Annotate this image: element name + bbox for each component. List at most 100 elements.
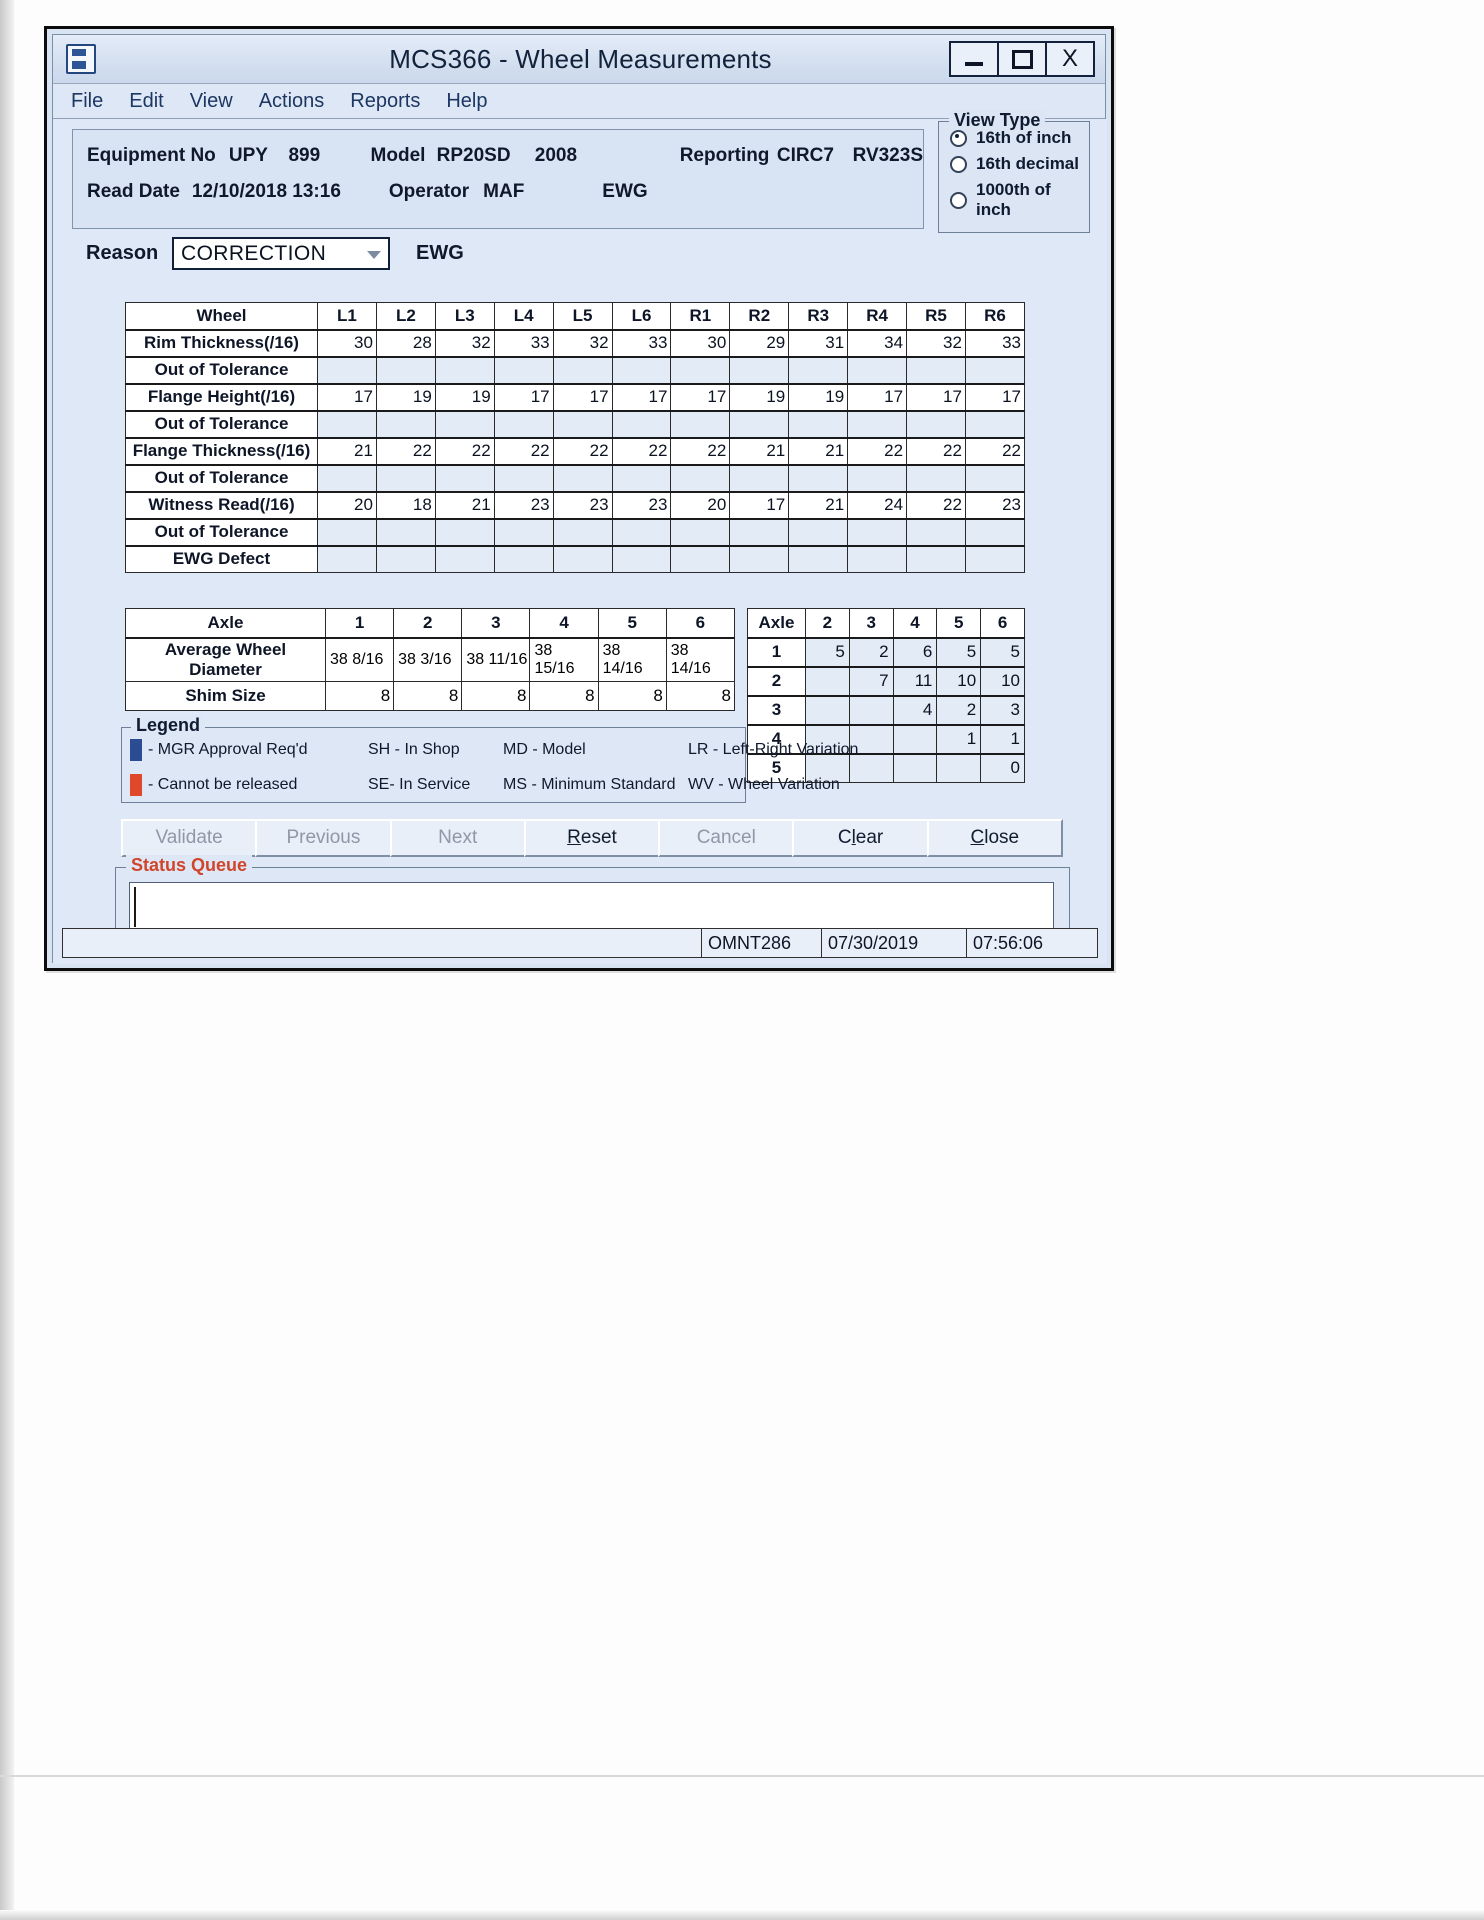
- next-button[interactable]: Next: [389, 819, 526, 857]
- wheel-cell[interactable]: 20: [670, 490, 731, 519]
- wheel-cell[interactable]: 32: [906, 328, 966, 357]
- wheel-cell[interactable]: [788, 517, 849, 546]
- menu-item-file[interactable]: File: [71, 90, 103, 113]
- wheel-cell[interactable]: 22: [375, 436, 436, 465]
- menu-item-actions[interactable]: Actions: [259, 90, 325, 113]
- wheel-cell[interactable]: [375, 544, 436, 573]
- wheel-cell[interactable]: 22: [906, 490, 966, 519]
- view-type-option-16th-of-inch[interactable]: 16th of inch: [950, 128, 1089, 148]
- wheel-cell[interactable]: 28: [375, 328, 436, 357]
- wheel-cell[interactable]: [493, 517, 554, 546]
- wheel-cell[interactable]: 21: [788, 436, 849, 465]
- wheel-cell[interactable]: [906, 463, 966, 492]
- wheel-cell[interactable]: [847, 517, 908, 546]
- wheel-cell[interactable]: [670, 463, 731, 492]
- wheel-cell[interactable]: 22: [847, 436, 908, 465]
- status-queue-input[interactable]: [129, 882, 1054, 932]
- menu-item-reports[interactable]: Reports: [350, 90, 420, 113]
- wheel-cell[interactable]: [847, 544, 908, 573]
- average-wheel-diameter-cell[interactable]: 38 11/16: [461, 636, 531, 682]
- wheel-cell[interactable]: [670, 355, 731, 384]
- wheel-cell[interactable]: [493, 463, 554, 492]
- wheel-cell[interactable]: [552, 544, 613, 573]
- wheel-cell[interactable]: 17: [670, 382, 731, 411]
- wheel-cell[interactable]: 23: [493, 490, 554, 519]
- validate-button[interactable]: Validate: [121, 819, 258, 857]
- wheel-cell[interactable]: [788, 409, 849, 438]
- wheel-cell[interactable]: 19: [434, 382, 495, 411]
- shim-size-cell[interactable]: 8: [461, 680, 531, 711]
- wheel-cell[interactable]: 19: [729, 382, 790, 411]
- wheel-cell[interactable]: [964, 355, 1026, 384]
- wheel-cell[interactable]: 17: [964, 382, 1026, 411]
- minimize-button[interactable]: [951, 43, 999, 75]
- wheel-cell[interactable]: [847, 463, 908, 492]
- wheel-cell[interactable]: [611, 544, 672, 573]
- wheel-cell[interactable]: 17: [552, 382, 613, 411]
- wheel-cell[interactable]: 19: [375, 382, 436, 411]
- shim-size-cell[interactable]: 8: [529, 680, 599, 711]
- wheel-cell[interactable]: [552, 517, 613, 546]
- wheel-cell[interactable]: 30: [670, 328, 731, 357]
- wheel-cell[interactable]: [552, 355, 613, 384]
- reason-dropdown[interactable]: CORRECTION: [172, 237, 390, 270]
- wheel-cell[interactable]: [434, 463, 495, 492]
- maximize-button[interactable]: [999, 43, 1047, 75]
- clear-button[interactable]: Cl ear: [792, 819, 929, 857]
- wheel-cell[interactable]: 32: [552, 328, 613, 357]
- wheel-cell[interactable]: 22: [906, 436, 966, 465]
- wheel-cell[interactable]: 17: [729, 490, 790, 519]
- wheel-cell[interactable]: [317, 355, 377, 384]
- wheel-cell[interactable]: 34: [847, 328, 908, 357]
- average-wheel-diameter-cell[interactable]: 38 8/16: [324, 636, 395, 682]
- wheel-cell[interactable]: [964, 409, 1026, 438]
- shim-size-cell[interactable]: 8: [597, 680, 667, 711]
- wheel-cell[interactable]: [493, 544, 554, 573]
- wheel-cell[interactable]: [434, 544, 495, 573]
- wheel-cell[interactable]: 21: [788, 490, 849, 519]
- wheel-cell[interactable]: [317, 409, 377, 438]
- wheel-cell[interactable]: [847, 355, 908, 384]
- wheel-cell[interactable]: [906, 409, 966, 438]
- wheel-cell[interactable]: 17: [847, 382, 908, 411]
- menu-item-edit[interactable]: Edit: [129, 90, 163, 113]
- wheel-cell[interactable]: [788, 544, 849, 573]
- previous-button[interactable]: Previous: [255, 819, 392, 857]
- wheel-cell[interactable]: [906, 355, 966, 384]
- wheel-cell[interactable]: [670, 409, 731, 438]
- wheel-cell[interactable]: 21: [729, 436, 790, 465]
- wheel-cell[interactable]: [788, 463, 849, 492]
- wheel-cell[interactable]: 23: [964, 490, 1026, 519]
- wheel-cell[interactable]: 23: [611, 490, 672, 519]
- wheel-cell[interactable]: [729, 544, 790, 573]
- wheel-cell[interactable]: 17: [906, 382, 966, 411]
- view-type-option-1000th-of-inch[interactable]: 1000th of inch: [950, 180, 1089, 220]
- shim-size-cell[interactable]: 8: [393, 680, 463, 711]
- wheel-cell[interactable]: 23: [552, 490, 613, 519]
- reset-button[interactable]: Reset: [523, 819, 661, 857]
- wheel-cell[interactable]: 17: [493, 382, 554, 411]
- wheel-cell[interactable]: [434, 517, 495, 546]
- wheel-cell[interactable]: [552, 409, 613, 438]
- wheel-cell[interactable]: [317, 463, 377, 492]
- wheel-cell[interactable]: [611, 409, 672, 438]
- wheel-cell[interactable]: [375, 355, 436, 384]
- wheel-cell[interactable]: [317, 517, 377, 546]
- wheel-cell[interactable]: [434, 409, 495, 438]
- average-wheel-diameter-cell[interactable]: 38 15/16: [529, 636, 599, 682]
- close-button[interactable]: Close: [926, 819, 1063, 857]
- wheel-cell[interactable]: [375, 517, 436, 546]
- menu-item-view[interactable]: View: [190, 90, 233, 113]
- wheel-cell[interactable]: 29: [729, 328, 790, 357]
- wheel-cell[interactable]: 33: [611, 328, 672, 357]
- wheel-cell[interactable]: 22: [670, 436, 731, 465]
- wheel-cell[interactable]: [964, 544, 1026, 573]
- wheel-cell[interactable]: [552, 463, 613, 492]
- wheel-cell[interactable]: [670, 517, 731, 546]
- wheel-cell[interactable]: 30: [317, 328, 377, 357]
- wheel-cell[interactable]: 33: [964, 328, 1026, 357]
- wheel-cell[interactable]: 32: [434, 328, 495, 357]
- wheel-cell[interactable]: [964, 517, 1026, 546]
- wheel-cell[interactable]: [317, 544, 377, 573]
- wheel-cell[interactable]: [611, 517, 672, 546]
